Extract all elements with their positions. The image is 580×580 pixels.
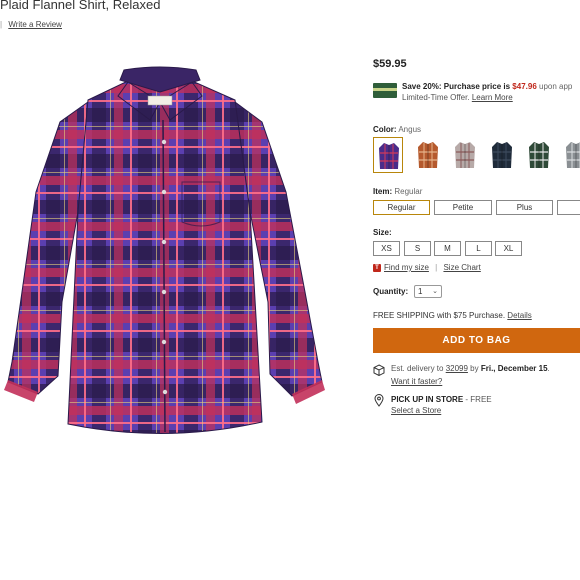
- size-m[interactable]: M: [434, 241, 461, 256]
- delivery-text: Est. delivery to 32099 by Fri., December…: [391, 364, 550, 373]
- size-l[interactable]: L: [465, 241, 492, 256]
- size-label: Size:: [373, 228, 392, 237]
- zip-link[interactable]: 32099: [446, 364, 468, 373]
- pickup-free: - FREE: [463, 395, 492, 404]
- item-label-row: Item: Regular: [373, 187, 422, 196]
- delivery-suffix: .: [547, 364, 550, 373]
- promo-text: Save 20%: Purchase price is: [402, 82, 513, 91]
- shirt-thumbnail-icon: [566, 142, 580, 168]
- write-review-link[interactable]: Write a Review: [8, 20, 62, 29]
- shirt-thumbnail-icon: [492, 142, 512, 168]
- product-price: $59.95: [373, 58, 407, 70]
- color-value: Angus: [398, 125, 422, 134]
- item-option-petite[interactable]: Petite: [434, 200, 492, 215]
- shirt-thumbnail-icon: [529, 142, 549, 168]
- delivery-date: Fri., December 15: [480, 364, 548, 373]
- delivery-middle: by: [467, 364, 481, 373]
- shirt-thumbnail-icon: [418, 142, 438, 168]
- select-store-row: Select a Store: [391, 406, 441, 415]
- promo-limited-text: Limited-Time Offer.: [402, 93, 470, 102]
- delivery-prefix: Est. delivery to: [391, 364, 446, 373]
- review-separator: |: [0, 20, 3, 29]
- shirt-thumbnail-icon: [379, 143, 399, 169]
- faster-row: Want it faster?: [391, 377, 442, 386]
- size-s[interactable]: S: [404, 241, 431, 256]
- add-to-bag-button[interactable]: ADD TO BAG: [373, 328, 580, 353]
- location-pin-icon: [374, 394, 384, 407]
- color-swatch[interactable]: [561, 137, 580, 173]
- truefit-icon: T: [373, 263, 381, 272]
- want-it-faster-link[interactable]: Want it faster?: [391, 377, 442, 386]
- size-chart-link[interactable]: Size Chart: [443, 263, 480, 272]
- promo-price: $47.96: [512, 82, 537, 91]
- product-image[interactable]: [0, 62, 330, 447]
- color-swatch[interactable]: [413, 137, 443, 173]
- shipping-text: FREE SHIPPING with $75 Purchase.: [373, 311, 506, 320]
- color-swatch[interactable]: [450, 137, 480, 173]
- shipping-details-link[interactable]: Details: [507, 311, 531, 320]
- size-label-row: Size:: [373, 228, 392, 237]
- item-option-plus[interactable]: Plus: [496, 200, 553, 215]
- find-my-size-link[interactable]: Find my size: [384, 263, 429, 272]
- item-label: Item:: [373, 187, 393, 196]
- color-swatch[interactable]: [524, 137, 554, 173]
- pickup-label: PICK UP IN STORE: [391, 395, 464, 404]
- size-xl[interactable]: XL: [495, 241, 522, 256]
- chevron-down-icon: ⌄: [432, 288, 438, 295]
- size-help-separator: |: [435, 263, 438, 272]
- color-swatch[interactable]: [373, 137, 403, 173]
- color-label-row: Color: Angus: [373, 125, 421, 134]
- color-label: Color:: [373, 125, 397, 134]
- credit-card-icon: [373, 83, 397, 98]
- quantity-label-row: Quantity:: [373, 287, 408, 296]
- promo-line: Save 20%: Purchase price is $47.96 upon …: [402, 82, 572, 91]
- size-help-row: T Find my size | Size Chart: [373, 263, 481, 272]
- item-value: Regular: [394, 187, 423, 196]
- package-icon: [373, 364, 385, 376]
- select-store-link[interactable]: Select a Store: [391, 406, 441, 415]
- quantity-label: Quantity:: [373, 287, 409, 296]
- shirt-thumbnail-icon: [455, 142, 475, 168]
- review-row: | Write a Review: [0, 20, 62, 29]
- learn-more-link[interactable]: Learn More: [472, 93, 513, 102]
- pickup-text: PICK UP IN STORE - FREE: [391, 395, 492, 404]
- promo-subline: Limited-Time Offer. Learn More: [402, 93, 513, 102]
- quantity-value: 1: [418, 287, 423, 296]
- size-xs[interactable]: XS: [373, 241, 400, 256]
- item-option-more[interactable]: [557, 200, 580, 215]
- promo-suffix: upon app: [536, 82, 573, 91]
- color-swatch[interactable]: [487, 137, 517, 173]
- item-option-regular[interactable]: Regular: [373, 200, 430, 215]
- product-title: Plaid Flannel Shirt, Relaxed: [0, 0, 161, 12]
- shipping-row: FREE SHIPPING with $75 Purchase. Details: [373, 311, 532, 320]
- quantity-select[interactable]: 1 ⌄: [414, 285, 442, 298]
